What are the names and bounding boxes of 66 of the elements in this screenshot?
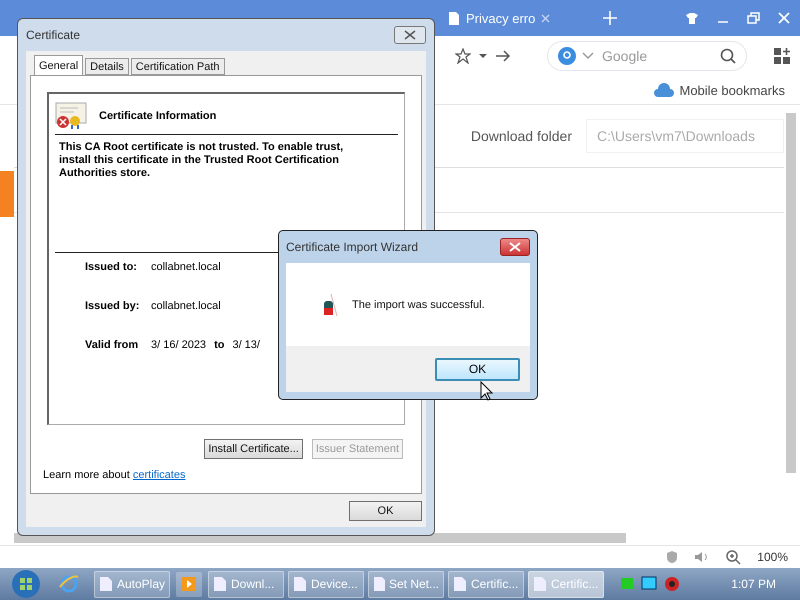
browser-tab[interactable]: Privacy erro — [440, 0, 590, 36]
zoom-level: 100% — [757, 550, 788, 564]
ok-button[interactable]: OK — [349, 501, 422, 521]
window-icon — [99, 576, 113, 592]
search-icon[interactable] — [720, 48, 736, 64]
dialog-title: Certificate Import Wizard — [286, 240, 418, 254]
certificate-icon — [55, 102, 87, 130]
field-label: Issued to: — [85, 261, 138, 273]
window-icon — [533, 576, 547, 592]
dialog-tab[interactable]: Details — [85, 58, 129, 75]
dialog-tab[interactable]: General — [34, 55, 84, 75]
window-icon — [453, 576, 467, 592]
download-folder-label: Download folder — [470, 128, 572, 144]
taskbar-item[interactable]: AutoPlay — [94, 570, 170, 598]
field-label: to — [214, 339, 224, 351]
success-message: The import was successful. — [352, 298, 485, 310]
page-icon — [448, 10, 460, 26]
zoom-icon[interactable] — [726, 550, 742, 564]
vertical-scrollbar[interactable] — [786, 113, 796, 473]
field-label: Valid from — [85, 339, 140, 351]
shirt-icon[interactable] — [685, 12, 699, 24]
cloud-icon — [654, 81, 674, 99]
apps-icon[interactable] — [773, 47, 791, 65]
field-label: Issued by: — [85, 300, 140, 312]
learn-more-text: Learn more about certificates — [43, 469, 186, 481]
field-value: 3/ 16/ 2023 — [151, 339, 206, 351]
padlock-icon — [322, 292, 338, 316]
dialog-button[interactable]: Install Certificate... — [204, 439, 303, 459]
window-icon — [293, 576, 307, 592]
trust-message: This CA Root certificate is not trusted. To enable trust, install this certificate in the Trusted Root Certification Authorities store. — [59, 141, 344, 180]
taskbar-item[interactable]: Device... — [288, 570, 364, 598]
arrow-icon[interactable] — [495, 49, 511, 63]
dialog-tab[interactable]: Certification Path — [130, 58, 225, 75]
cursor-icon — [480, 381, 493, 401]
taskbar-item[interactable]: Downl... — [208, 570, 284, 598]
search-engine-icon[interactable] — [558, 47, 576, 65]
taskbar-item[interactable]: Set Net... — [368, 570, 444, 598]
dialog-title: Certificate — [26, 28, 80, 42]
browser-icon[interactable] — [58, 573, 80, 595]
field-value: collabnet.local — [151, 261, 221, 273]
download-folder-field[interactable]: C:\Users\vm7\Downloads — [586, 119, 784, 153]
restore-icon[interactable] — [747, 12, 760, 24]
close-icon[interactable] — [541, 14, 550, 22]
shield-icon[interactable] — [666, 550, 678, 564]
close-button[interactable] — [394, 26, 426, 44]
star-icon[interactable] — [455, 48, 471, 64]
window-icon — [213, 576, 227, 592]
certificates-link[interactable]: certificates — [132, 469, 186, 481]
media-player-icon[interactable] — [174, 570, 204, 598]
bookmark-link[interactable]: Mobile bookmarks — [680, 82, 785, 98]
chevron-icon[interactable] — [582, 52, 594, 60]
plus-icon[interactable] — [602, 10, 618, 26]
caret-icon[interactable] — [479, 53, 487, 59]
close-icon — [509, 242, 521, 252]
ok-button[interactable]: OK — [435, 358, 520, 380]
taskbar-item[interactable]: Certific... — [448, 570, 524, 598]
field-value: 3/ 13/ — [232, 339, 260, 351]
window-icon — [373, 576, 385, 592]
selected-menu-marker — [0, 171, 14, 217]
tray-icons-drawing[interactable] — [620, 575, 682, 593]
search-bar[interactable]: Google — [547, 41, 747, 71]
field-value: collabnet.local — [151, 300, 221, 312]
section-heading: Certificate Information — [99, 110, 216, 122]
close-icon — [404, 30, 416, 40]
close-button[interactable] — [500, 238, 530, 256]
clock[interactable]: 1:07 PM — [731, 577, 800, 591]
